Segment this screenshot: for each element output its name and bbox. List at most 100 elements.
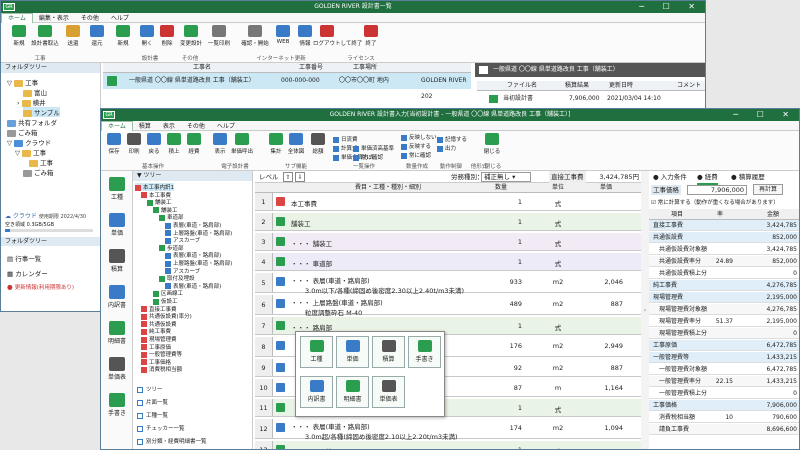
link-update-info[interactable]: ● 更新情報(利用期限あり): [7, 283, 74, 291]
detail-col-amount[interactable]: 積算結果: [565, 81, 589, 91]
row-unit: 式: [554, 324, 562, 332]
grid-row[interactable]: 2 舗装工 1 式: [255, 213, 641, 231]
palette-button[interactable]: 工種: [300, 336, 333, 368]
project-row[interactable]: 一般県道 〇〇線 県単道路改良 工事（舗装工） 000-000-000 〇〇市〇…: [103, 73, 471, 100]
tab-input-condition[interactable]: ● 入力条件: [653, 171, 687, 183]
palette-button[interactable]: 明細書: [336, 376, 369, 408]
ribbon-button[interactable]: 印刷: [123, 133, 145, 155]
ribbon-small-button[interactable]: 反映しない: [401, 133, 437, 141]
ribbon-button[interactable]: 戻る: [143, 133, 165, 155]
collapse-handle[interactable]: ›: [641, 171, 649, 449]
ribbon-button[interactable]: 表示: [209, 133, 231, 155]
level-up-button[interactable]: ⇧: [283, 172, 293, 182]
tree-bottom-link[interactable]: チェッカー一覧: [137, 424, 185, 432]
folder-item[interactable]: ▽ 工事: [15, 147, 46, 157]
palette-button[interactable]: 単価表: [372, 376, 405, 408]
folder-item-selected[interactable]: サンプル: [23, 107, 60, 117]
ribbon-button[interactable]: 総額: [307, 133, 329, 155]
grid-row[interactable]: 13 ・・・ 区画線工 1 式: [255, 441, 641, 449]
ribbon-small-button[interactable]: 単価済高基準: [353, 144, 394, 152]
ribbon-button[interactable]: 新規: [5, 25, 33, 47]
ribbon-small-button[interactable]: 記憶する: [437, 135, 467, 143]
link-calendar[interactable]: ▦ カレンダー: [7, 268, 48, 278]
ribbon-small-button[interactable]: 日流費: [333, 135, 358, 143]
ribbon-button[interactable]: 保存: [103, 133, 125, 155]
ribbon-button[interactable]: 経費: [183, 133, 205, 155]
left-nav-item[interactable]: 工種: [101, 177, 133, 201]
left-nav-item[interactable]: 単価表: [101, 357, 133, 381]
palette-button[interactable]: 手書き: [408, 336, 441, 368]
detail-col-date[interactable]: 更新日時: [609, 81, 633, 91]
ribbon-button[interactable]: 積上: [163, 133, 185, 155]
ribbon-button[interactable]: 変更設計: [177, 25, 205, 47]
ribbon-button[interactable]: 全体図: [285, 133, 307, 155]
tab-expense[interactable]: ● 経費: [697, 171, 718, 185]
grid-row[interactable]: 1 本工事費 1 式: [255, 193, 641, 211]
grid-row[interactable]: 3 ・・・ 舗装工 1 式: [255, 233, 641, 251]
tree-bottom-link[interactable]: 片面一覧: [137, 398, 168, 406]
grid-col-price[interactable]: 単価: [600, 183, 612, 193]
folder-item[interactable]: › 横井: [17, 97, 46, 107]
window-controls[interactable]: ─ ☐ ✕: [733, 109, 797, 121]
grid-col-name[interactable]: 費目・工種・種別・細別: [355, 183, 421, 193]
ribbon-button[interactable]: 確認・開始: [241, 25, 269, 47]
left-nav-item[interactable]: 内訳書: [101, 285, 133, 309]
ribbon-button[interactable]: ログアウトして終了: [313, 25, 362, 47]
col-place[interactable]: 工事場所: [353, 63, 377, 73]
tree-node[interactable]: 消費税相当額: [141, 365, 182, 373]
folder-item[interactable]: ごみ箱: [23, 167, 54, 177]
summary-row: 請負工事費 8,696,600: [649, 424, 799, 435]
ribbon-button[interactable]: 単価呼出: [231, 133, 253, 155]
labor-select[interactable]: 補正無し ▾: [481, 172, 531, 182]
level-down-button[interactable]: ⇩: [295, 172, 305, 182]
folder-item[interactable]: 工事: [29, 157, 53, 167]
grid-row[interactable]: 12 ・・・ 表層(車道・路肩部) 3.0m超/各種(締固め後密度2.10以上2.2…: [255, 419, 641, 441]
always-calc-checkbox[interactable]: ☑ 常に計算する（動作が重くなる場合があります）: [651, 198, 779, 206]
link-event-list[interactable]: ▤ 行事一覧: [7, 253, 41, 263]
col-number[interactable]: 工事番号: [299, 63, 323, 73]
close-window-button[interactable]: 閉じる: [481, 133, 503, 155]
tree-bottom-link[interactable]: ツリー: [137, 385, 163, 393]
tab-history[interactable]: ● 積算履歴: [731, 171, 765, 183]
grid-row[interactable]: 6 ・・・ 上層路盤(車道・路肩部) 粒度調整砕石 M-40 489 m2 887: [255, 295, 641, 317]
ribbon-small-button[interactable]: 反映する: [401, 142, 431, 150]
left-nav-item[interactable]: 単価: [101, 213, 133, 237]
ribbon-button[interactable]: 集計: [265, 133, 287, 155]
grid-row[interactable]: 4 ・・・ 車道部 1 式: [255, 253, 641, 271]
ribbon-button[interactable]: 設計書取込: [31, 25, 59, 47]
window-controls[interactable]: ─ ☐ ✕: [639, 1, 703, 13]
input-window-title: GOLDEN RIVER 設計書入力[当初設計書 - 一般県道 〇〇線 県単道路…: [329, 111, 571, 118]
row-name: ・・・ 車道部: [291, 260, 333, 268]
left-nav-item[interactable]: 積算: [101, 249, 133, 273]
row-number: 4: [255, 253, 273, 270]
folder-item[interactable]: ごみ箱: [7, 127, 38, 137]
recalc-button[interactable]: 再計算: [753, 184, 783, 195]
tree-header: ▼ ツリー: [133, 171, 252, 181]
grid-col-unit[interactable]: 単位: [552, 183, 564, 193]
palette-button[interactable]: 単価: [336, 336, 369, 368]
left-nav-item[interactable]: 明細書: [101, 321, 133, 345]
left-nav-item[interactable]: 手書き: [101, 393, 133, 417]
folder-item[interactable]: ▽ 工事: [7, 77, 38, 87]
ribbon-button[interactable]: 還元: [83, 25, 111, 47]
ribbon-button[interactable]: 終了: [357, 25, 385, 47]
palette-button[interactable]: 内訳書: [300, 376, 333, 408]
row-unit: 式: [554, 200, 562, 208]
ribbon-small-button[interactable]: 常に確認: [401, 151, 431, 159]
folder-item[interactable]: 共有フォルダ: [7, 117, 57, 127]
detail-col-file[interactable]: ファイル名: [507, 81, 537, 91]
detail-row[interactable]: 当初設計書 7,906,000 2021/03/04 14:10: [477, 93, 705, 105]
ribbon-button[interactable]: 一覧印刷: [205, 25, 233, 47]
tree-bottom-link[interactable]: 工種一覧: [137, 411, 168, 419]
bottom-tree-header: フォルダツリー: [1, 237, 101, 246]
ribbon-small-button[interactable]: 出力: [437, 144, 456, 152]
palette-button[interactable]: 積算: [372, 336, 405, 368]
col-name[interactable]: 工事名: [193, 63, 211, 73]
detail-col-comment[interactable]: コメント: [677, 81, 701, 91]
grid-row[interactable]: 5 ・・・ 表層(車道・路肩部) 3.0m以下/各種(締固め後密度2.30以上2.4…: [255, 273, 641, 295]
tree-bottom-link[interactable]: 別分類・経費明細書一覧: [137, 437, 207, 445]
folder-item[interactable]: 富山: [23, 87, 47, 97]
folder-item[interactable]: ▽ クラウド: [7, 137, 51, 147]
ribbon-small-button[interactable]: 常に確認: [353, 153, 383, 161]
grid-col-qty[interactable]: 数量: [495, 183, 507, 193]
